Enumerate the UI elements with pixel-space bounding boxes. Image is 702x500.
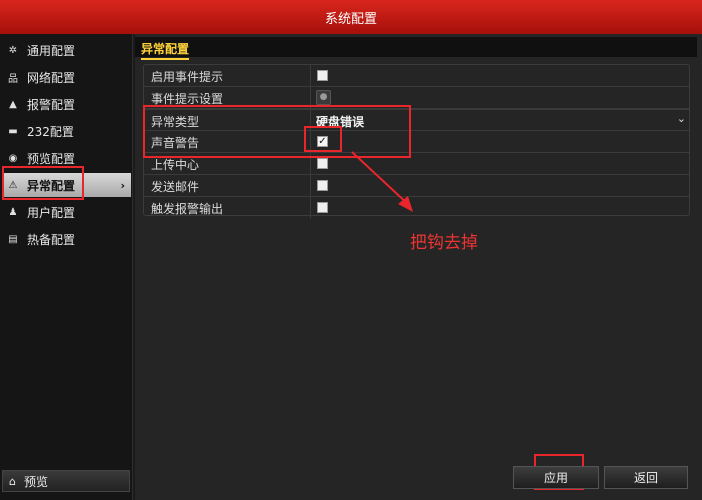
annotation-arrow	[351, 151, 413, 212]
apply-button[interactable]: 应用	[513, 466, 599, 489]
annotation-note: 把钩去掉	[410, 233, 478, 253]
back-button[interactable]: 返回	[604, 466, 688, 489]
system-config-window: 系统配置 ✲ 通用配置 品 网络配置 ▲ 报警配置 ▬ 232配置 ◉ 预览配置…	[0, 0, 702, 500]
